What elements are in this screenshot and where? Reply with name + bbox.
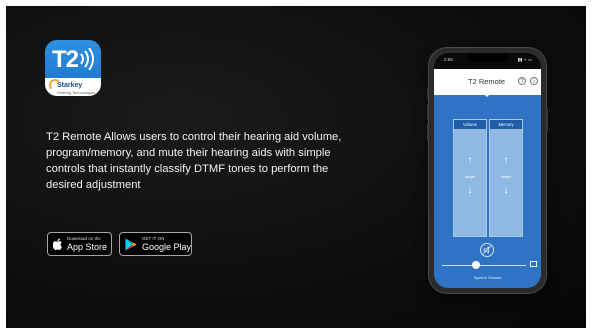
- brand-name: Starkey: [57, 82, 83, 89]
- volume-down-arrow-icon: ↓: [467, 185, 473, 196]
- volume-up-arrow-icon: ↑: [467, 155, 473, 166]
- phone-power-button: [546, 108, 548, 132]
- system-volume-slider[interactable]: [442, 265, 526, 266]
- app-title: T2 Remote: [468, 77, 506, 86]
- app-icon-title: T2: [52, 46, 79, 73]
- system-volume-thumb[interactable]: [471, 261, 480, 269]
- memory-label: Memory: [490, 120, 522, 129]
- google-play-badge[interactable]: GET IT ON Google Play: [119, 232, 192, 256]
- header-pointer: [483, 93, 491, 97]
- slide-background: T2 Starkey Hearing Technologies T2 Remot…: [6, 6, 586, 328]
- brand-tagline: Hearing Technologies: [57, 90, 96, 95]
- phone-side-button: [427, 88, 429, 98]
- mute-button[interactable]: [480, 243, 494, 257]
- help-icon[interactable]: ?: [518, 77, 526, 85]
- memory-control-panel[interactable]: Memory ↑ swipe ↓: [489, 119, 523, 237]
- status-time: 2:58: [444, 57, 453, 62]
- apple-icon: [53, 238, 62, 250]
- airplay-icon[interactable]: [530, 261, 537, 267]
- google-play-small-text: GET IT ON: [142, 236, 165, 241]
- memory-down-arrow-icon: ↓: [503, 185, 509, 196]
- system-volume-label: System Volume: [473, 275, 502, 280]
- volume-label: Volume: [454, 120, 486, 129]
- phone-notch: [468, 53, 508, 62]
- app-icon: T2 Starkey Hearing Technologies: [45, 40, 101, 96]
- app-header: T2 Remote ? i: [434, 69, 541, 95]
- speaker-mute-icon: [482, 245, 492, 255]
- volume-control-panel[interactable]: Volume ↑ swipe ↓: [453, 119, 487, 237]
- app-store-badge[interactable]: Download on the App Store: [47, 232, 112, 256]
- signal-waves-icon: [80, 48, 94, 70]
- phone-volume-up-button: [427, 104, 429, 120]
- volume-swipe-label: swipe: [464, 174, 476, 179]
- phone-screen: 2:58 ▮▮ ◗ ▭ T2 Remote ? i Volume ↑ swipe…: [434, 53, 541, 288]
- phone-mockup: 2:58 ▮▮ ◗ ▭ T2 Remote ? i Volume ↑ swipe…: [427, 48, 548, 293]
- app-store-big-text: App Store: [67, 242, 108, 252]
- memory-up-arrow-icon: ↑: [503, 155, 509, 166]
- status-icons: ▮▮ ◗ ▭: [517, 57, 532, 62]
- app-description: T2 Remote Allows users to control their …: [46, 131, 342, 191]
- phone-volume-down-button: [427, 124, 429, 140]
- app-store-small-text: Download on the: [67, 236, 101, 241]
- info-icon[interactable]: i: [530, 77, 538, 85]
- google-play-icon: [125, 238, 137, 251]
- memory-swipe-label: swipe: [500, 174, 512, 179]
- google-play-big-text: Google Play: [142, 242, 192, 252]
